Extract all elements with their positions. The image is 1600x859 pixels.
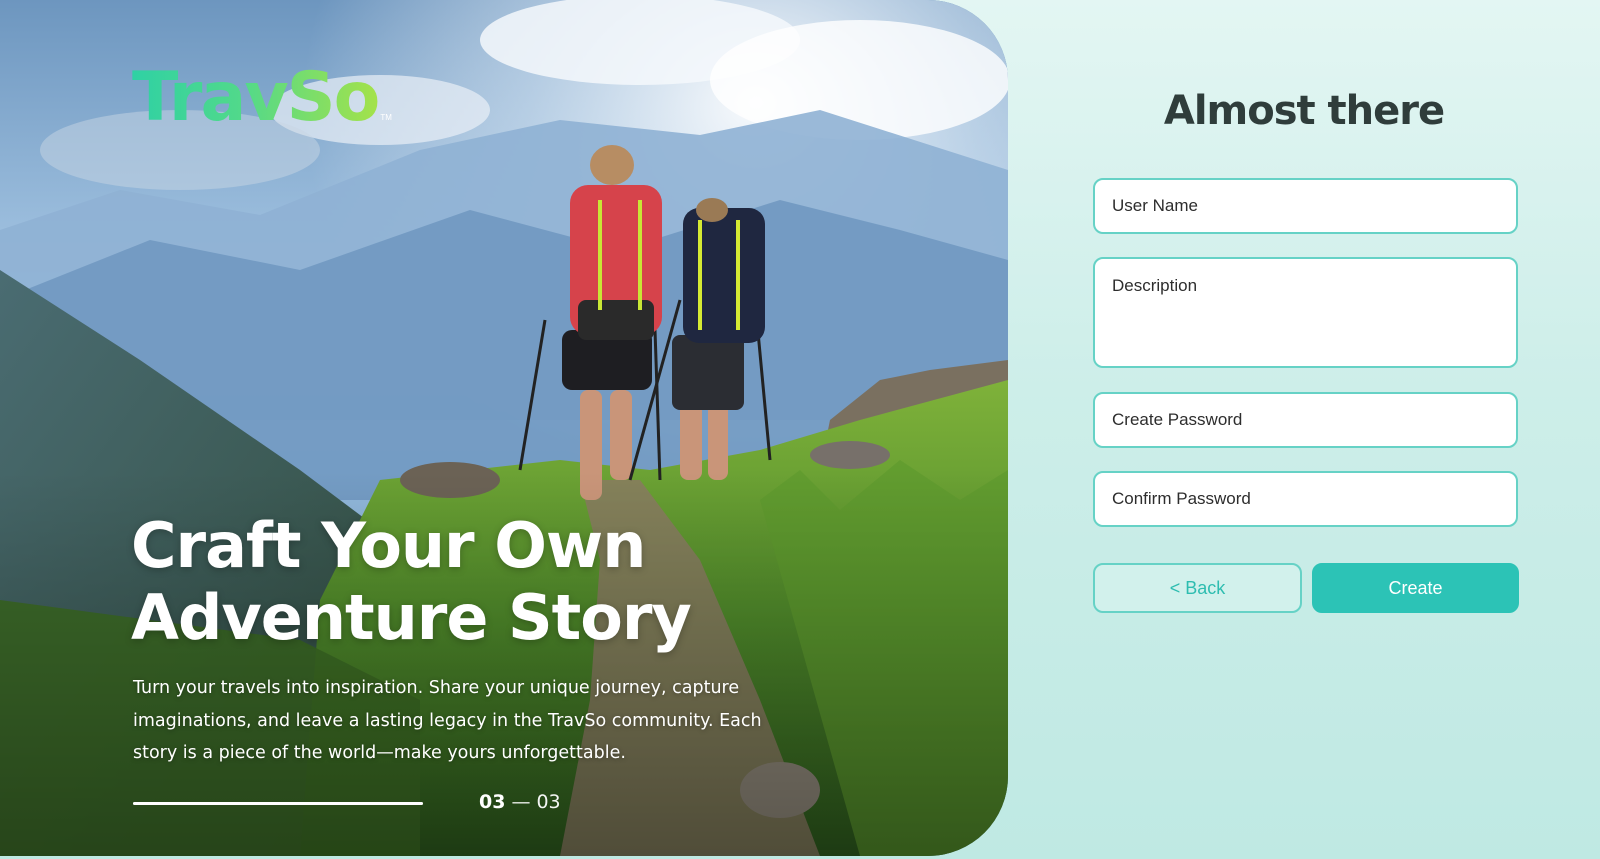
logo-trademark: TM (380, 113, 392, 122)
hero-description: Turn your travels into inspiration. Shar… (133, 678, 762, 763)
step-pager: 03—03 (479, 791, 561, 813)
hero-panel: TravSo TM Craft Your Own Adventure Story… (0, 0, 1008, 856)
form-title: Almost there (1163, 88, 1445, 134)
hero-headline: Craft Your Own Adventure Story (131, 510, 831, 654)
username-input[interactable] (1093, 178, 1518, 234)
confirm-password-input[interactable] (1093, 471, 1518, 527)
step-progress-fill (133, 802, 423, 805)
create-button[interactable]: Create (1312, 563, 1519, 613)
logo-wordmark: TravSo (132, 58, 380, 137)
pager-current: 03 (479, 791, 506, 813)
headline-line-1: Craft Your Own (131, 509, 646, 582)
pager-separator: — (511, 791, 531, 813)
back-button[interactable]: < Back (1093, 563, 1302, 613)
headline-line-2: Adventure Story (131, 581, 692, 654)
pager-total: 03 (536, 791, 561, 813)
signup-form-panel: Almost there < Back Create (1008, 0, 1600, 859)
step-progress-bar (133, 802, 423, 805)
travso-logo: TravSo TM (132, 58, 392, 137)
description-textarea[interactable] (1093, 257, 1518, 368)
create-password-input[interactable] (1093, 392, 1518, 448)
signup-screen: TravSo TM Craft Your Own Adventure Story… (0, 0, 1600, 859)
